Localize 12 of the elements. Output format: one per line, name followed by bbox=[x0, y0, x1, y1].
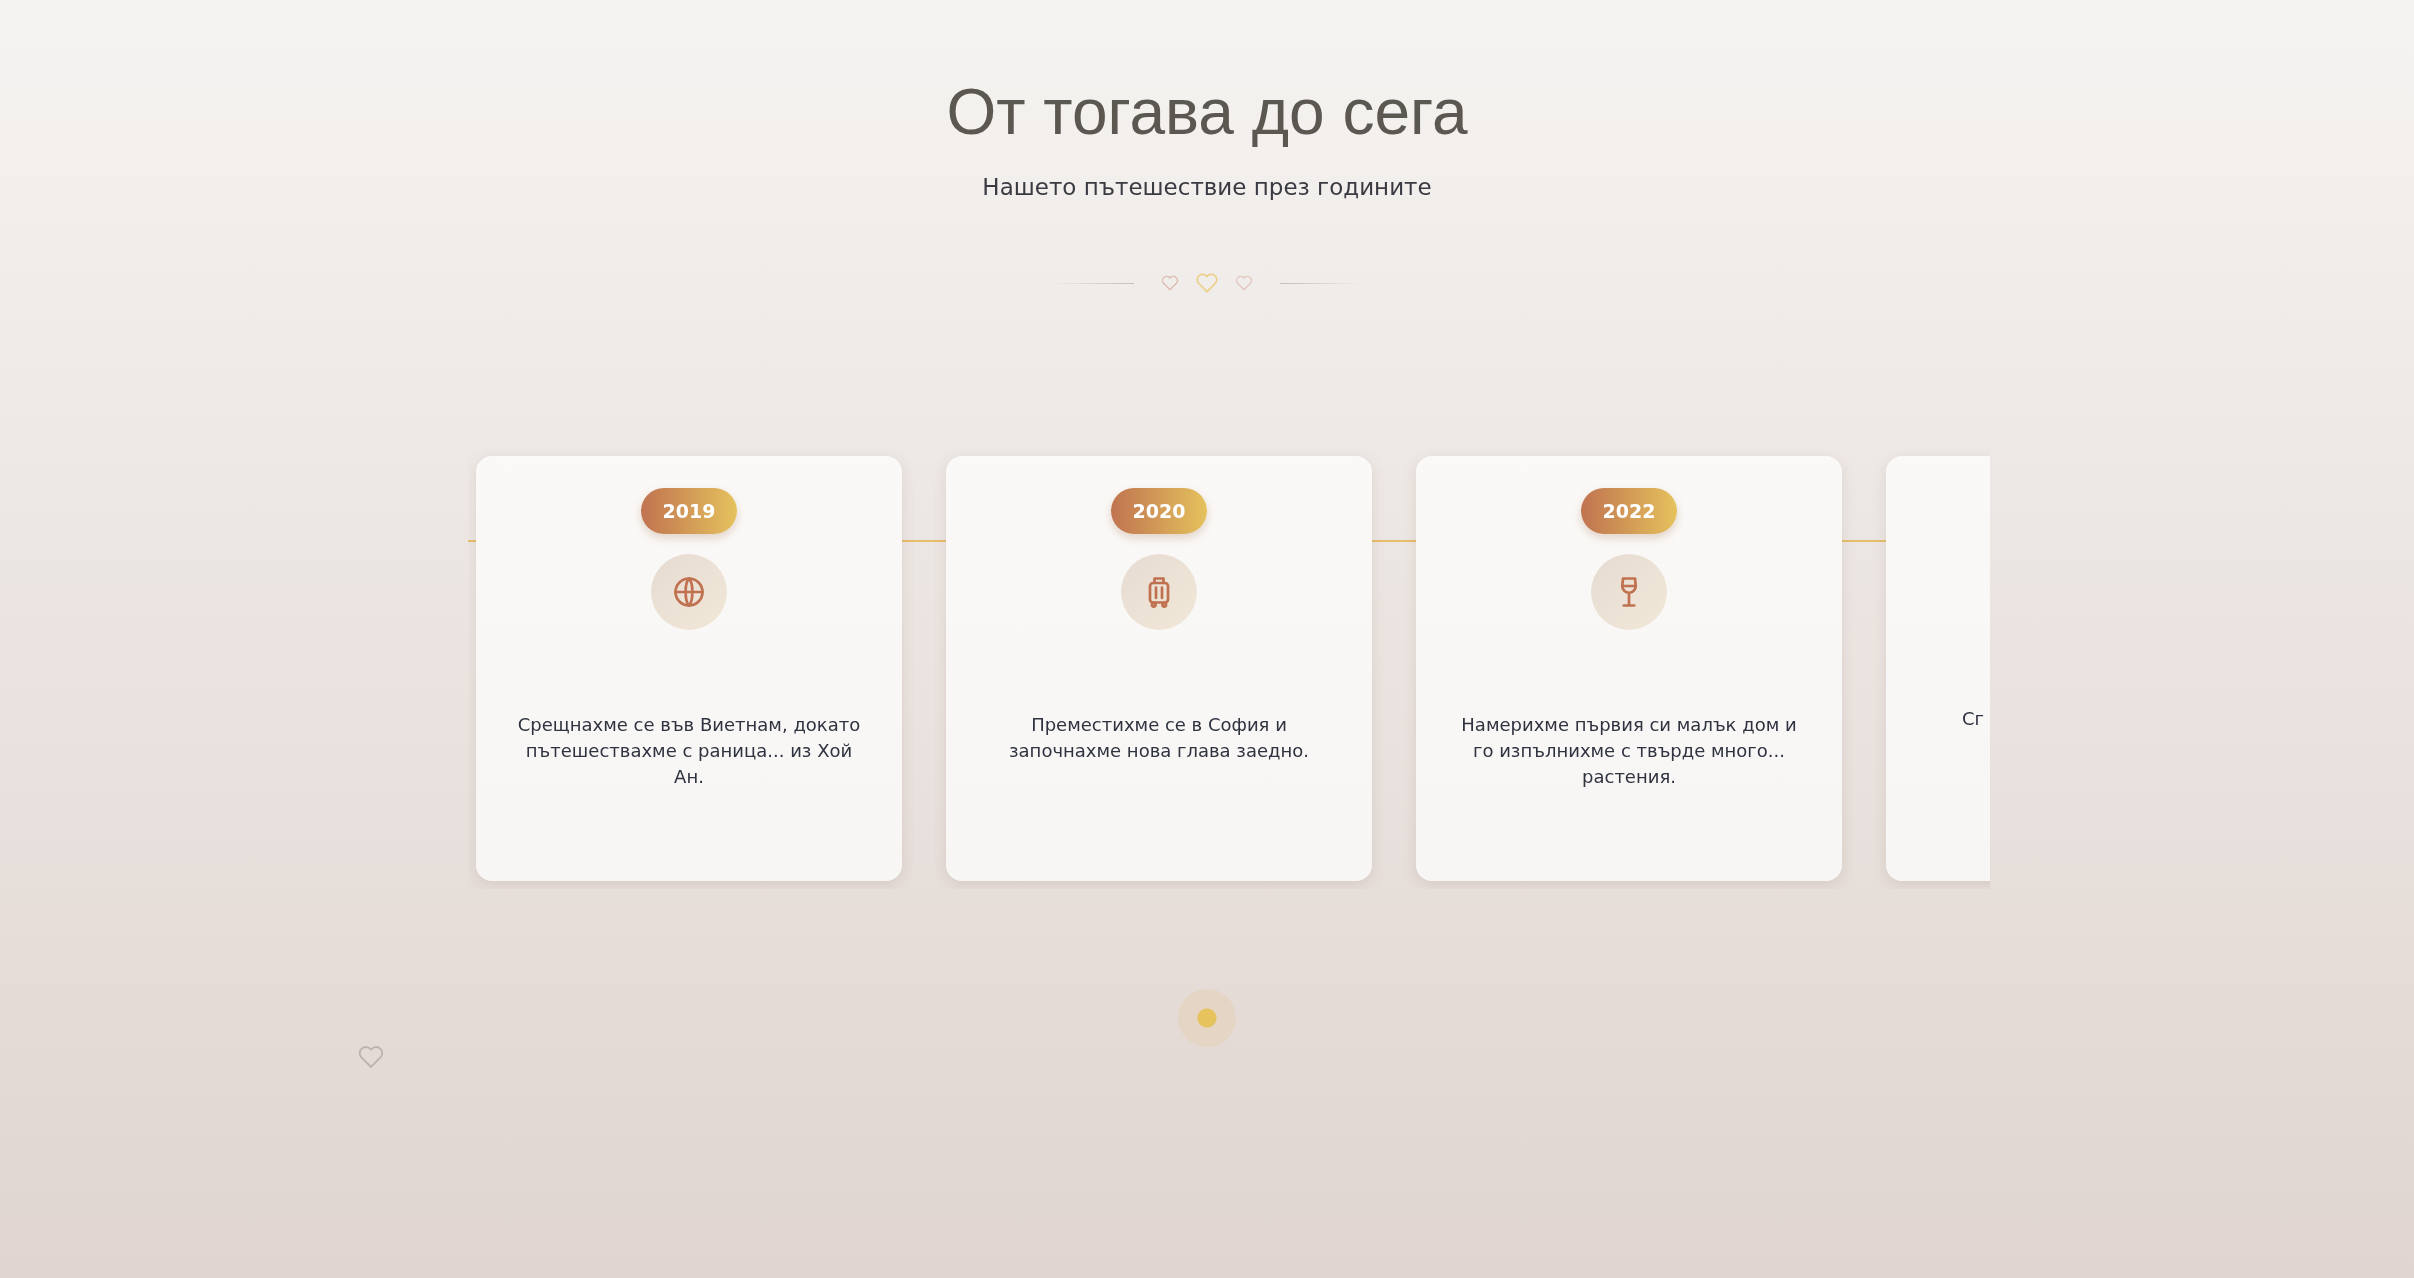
page-subtitle: Нашето пътешествие през годините bbox=[982, 173, 1432, 202]
event-description: Преместихме се в София и започнахме нова глава заедно. bbox=[1008, 713, 1310, 763]
page-title: От тогава до сега bbox=[946, 75, 1468, 150]
heart-icon bbox=[1234, 273, 1254, 293]
event-description: Сг bbox=[1962, 707, 1985, 731]
event-description: Намерихме първия си малък дом и го изпълнихме с твърде много... растения. bbox=[1460, 713, 1798, 789]
event-description: Срещнахме се във Виетнам, докато пътешествахме с раница... из Хой Ан. bbox=[516, 713, 862, 789]
year-badge: 2020 bbox=[1110, 488, 1208, 534]
year-badge: 2019 bbox=[640, 488, 738, 534]
year-badge: 2022 bbox=[1580, 488, 1678, 534]
globe-icon bbox=[671, 574, 707, 610]
heart-icon bbox=[1160, 273, 1180, 293]
